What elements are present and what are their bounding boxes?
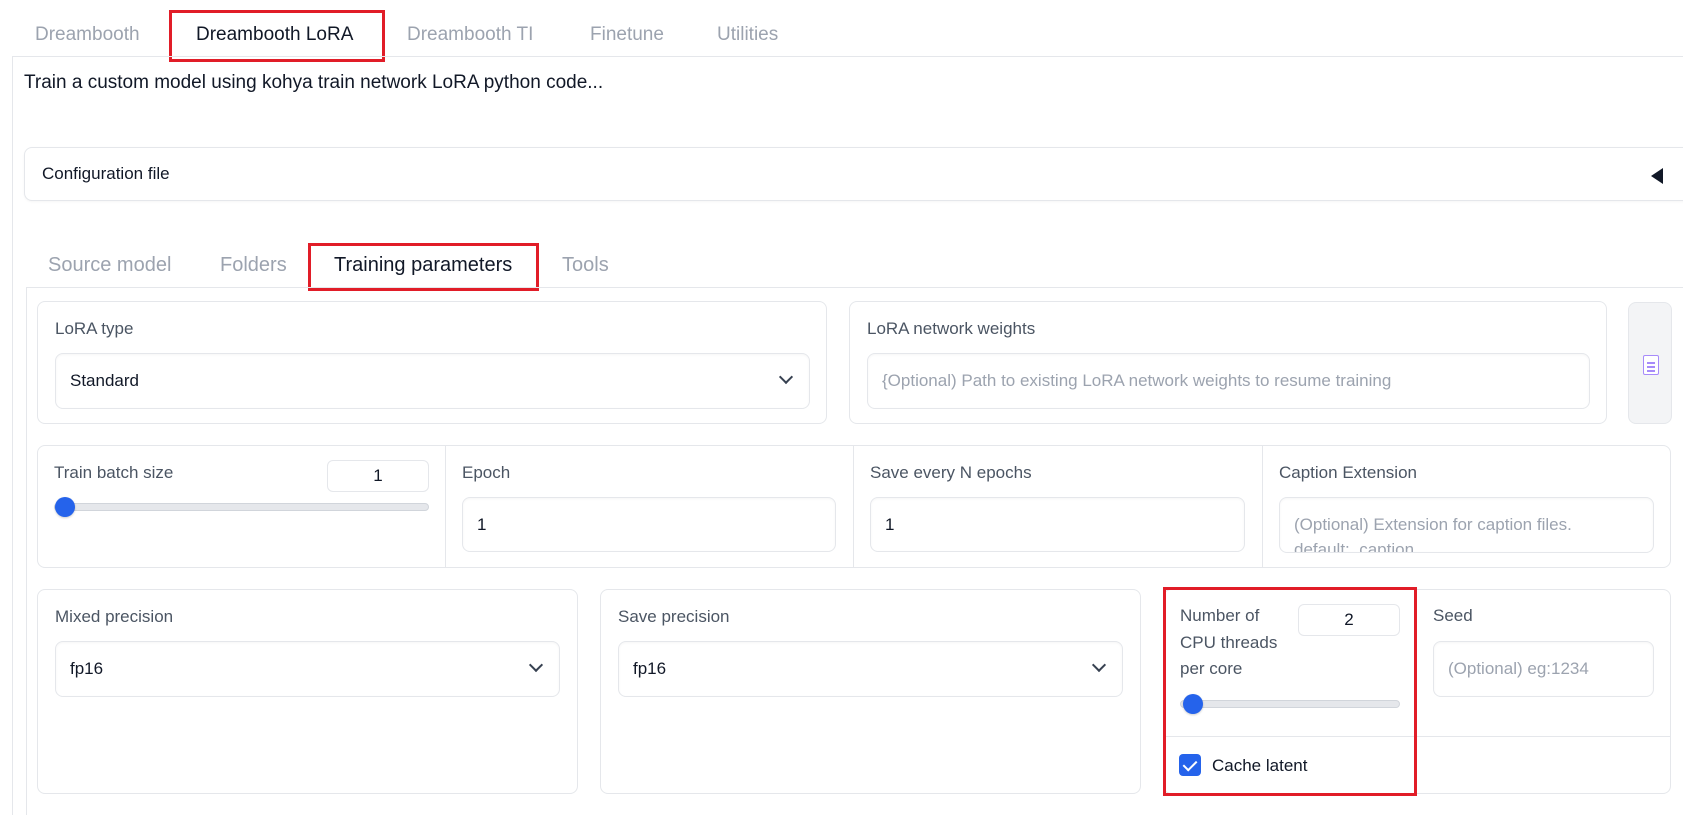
caption-extension-placeholder-line2: default: .caption [1294,540,1415,553]
chevron-down-icon [778,369,794,385]
tab-training-parameters[interactable]: Training parameters [334,254,512,277]
lora-type-block: LoRA type Standard [37,301,827,424]
epoch-value: 1 [477,514,487,534]
cache-latent-checkbox[interactable] [1179,754,1201,776]
train-batch-size-slider-handle[interactable] [55,497,75,517]
chevron-down-icon [1091,657,1107,673]
accordion-label: Configuration file [42,164,170,183]
mixed-precision-value: fp16 [70,659,104,678]
save-every-input[interactable]: 1 [870,497,1245,552]
sub-tab-divider [26,287,1683,288]
save-every-value: 1 [885,514,895,534]
file-browse-button[interactable] [1628,302,1672,424]
train-batch-size-slider[interactable] [54,503,429,511]
lora-type-value: Standard [70,371,139,390]
divider [1262,446,1263,567]
network-weights-placeholder: {Optional) Path to existing LoRA network… [882,371,1392,390]
divider [1164,736,1670,737]
mixed-precision-label: Mixed precision [55,607,174,626]
network-weights-label: LoRA network weights [867,319,1036,338]
tab-dreambooth-lora[interactable]: Dreambooth LoRA [196,20,353,50]
tab-utilities[interactable]: Utilities [717,20,778,50]
cpu-threads-number[interactable]: 2 [1298,604,1400,636]
page-description: Train a custom model using kohya train n… [24,72,604,93]
file-icon [1643,355,1659,375]
caption-extension-label: Caption Extension [1279,463,1417,482]
save-precision-block: Save precision fp16 [600,589,1141,794]
seed-label: Seed [1433,606,1473,625]
configuration-file-accordion[interactable]: Configuration file [24,147,1683,201]
caption-extension-placeholder-line1: (Optional) Extension for caption files. [1294,515,1572,534]
divider [445,446,446,567]
lora-type-dropdown[interactable]: Standard [55,353,810,409]
seed-input[interactable]: (Optional) eg:1234 [1433,641,1654,697]
cpu-threads-label-line2: CPU threads [1180,633,1278,652]
save-precision-label: Save precision [618,607,730,626]
tab-folders[interactable]: Folders [220,254,287,277]
tab-finetune[interactable]: Finetune [590,20,664,50]
network-weights-block: LoRA network weights {Optional) Path to … [849,301,1607,424]
tab-dreambooth[interactable]: Dreambooth [35,20,140,50]
save-every-label: Save every N epochs [870,463,1032,482]
save-precision-dropdown[interactable]: fp16 [618,641,1123,697]
train-batch-size-label: Train batch size [54,463,174,482]
cpu-threads-slider-handle[interactable] [1183,694,1203,714]
seed-placeholder: (Optional) eg:1234 [1448,659,1589,678]
chevron-down-icon [528,657,544,673]
epoch-label: Epoch [462,463,511,482]
save-precision-value: fp16 [633,659,667,678]
tab-dreambooth-ti[interactable]: Dreambooth TI [407,20,533,50]
sub-panel-border [26,287,27,815]
network-weights-input[interactable]: {Optional) Path to existing LoRA network… [867,353,1590,409]
panel-border [12,56,13,815]
divider [853,446,854,567]
tab-divider [12,56,1683,57]
cpu-threads-label-line3: per core [1180,659,1243,678]
tab-source-model[interactable]: Source model [48,254,171,277]
cpu-threads-slider[interactable] [1180,700,1400,708]
mixed-precision-block: Mixed precision fp16 [37,589,578,794]
mixed-precision-dropdown[interactable]: fp16 [55,641,560,697]
train-batch-size-number[interactable]: 1 [327,460,429,492]
cpu-threads-label-line1: Number of [1180,606,1260,625]
tab-tools[interactable]: Tools [562,254,609,277]
cache-latent-label: Cache latent [1212,756,1308,775]
lora-type-label: LoRA type [55,319,134,338]
caption-extension-input[interactable]: (Optional) Extension for caption files. … [1279,497,1654,553]
caret-left-icon [1651,168,1663,184]
epoch-input[interactable]: 1 [462,497,836,552]
